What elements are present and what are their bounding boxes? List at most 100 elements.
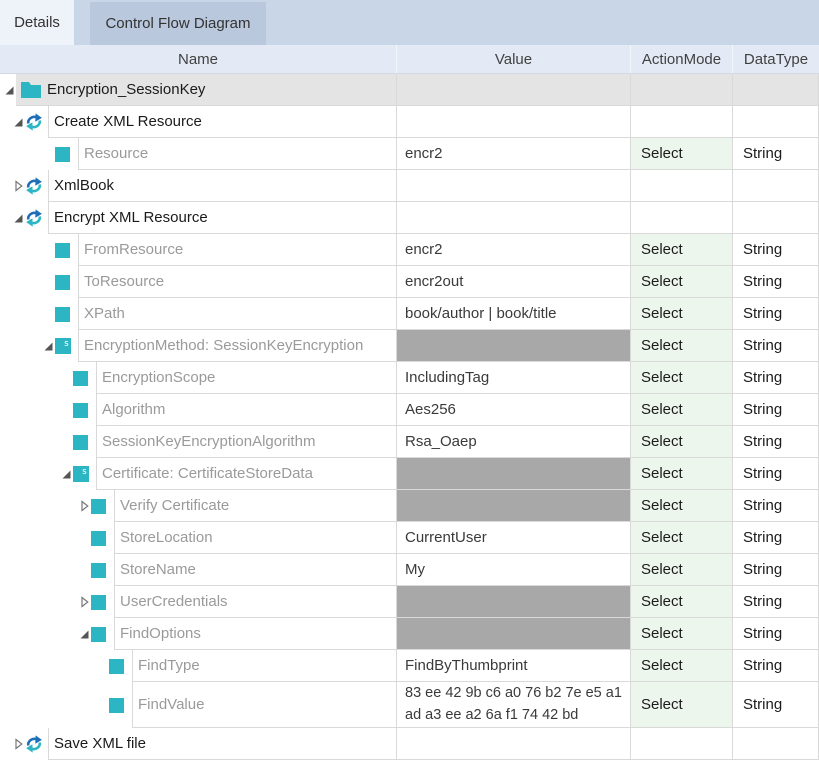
value-cell[interactable]: [396, 586, 630, 618]
value-cell[interactable]: encr2: [396, 138, 630, 170]
expander-expanded-icon[interactable]: [59, 458, 73, 490]
data-type-cell[interactable]: String: [732, 682, 819, 728]
column-header-name[interactable]: Name: [0, 45, 396, 73]
data-type-cell[interactable]: String: [732, 618, 819, 650]
table-row[interactable]: Save XML file: [0, 728, 819, 760]
table-row[interactable]: Encryption_SessionKey: [0, 74, 819, 106]
value-cell[interactable]: [396, 330, 630, 362]
expander-collapsed-icon[interactable]: [11, 170, 25, 202]
action-mode-cell[interactable]: Select: [630, 330, 732, 362]
value-cell[interactable]: [396, 618, 630, 650]
action-mode-cell[interactable]: Select: [630, 618, 732, 650]
table-row[interactable]: FindValue 83 ee 42 9b c6 a0 76 b2 7e e5 …: [0, 682, 819, 728]
data-type-cell[interactable]: String: [732, 554, 819, 586]
table-row[interactable]: SessionKeyEncryptionAlgorithm Rsa_Oaep S…: [0, 426, 819, 458]
expander-expanded-icon[interactable]: [41, 330, 55, 362]
tab-bar: Details Control Flow Diagram: [0, 0, 819, 45]
tree-table-body: Encryption_SessionKey Create XML Resourc…: [0, 74, 819, 760]
table-row[interactable]: StoreLocation CurrentUser Select String: [0, 522, 819, 554]
value-cell[interactable]: book/author | book/title: [396, 298, 630, 330]
value-cell[interactable]: 83 ee 42 9b c6 a0 76 b2 7e e5 a1 ad a3 e…: [396, 682, 630, 728]
table-row[interactable]: Resource encr2 Select String: [0, 138, 819, 170]
table-row[interactable]: s EncryptionMethod: SessionKeyEncryption…: [0, 330, 819, 362]
action-mode-text: Select: [641, 593, 683, 610]
name-cell: FromResource: [0, 234, 396, 266]
action-mode-cell[interactable]: Select: [630, 522, 732, 554]
action-mode-cell[interactable]: Select: [630, 426, 732, 458]
value-cell[interactable]: [396, 728, 630, 760]
action-mode-cell[interactable]: Select: [630, 394, 732, 426]
data-type-cell[interactable]: String: [732, 522, 819, 554]
data-type-cell[interactable]: String: [732, 394, 819, 426]
tab-details[interactable]: Details: [0, 0, 74, 45]
action-mode-cell[interactable]: Select: [630, 682, 732, 728]
action-mode-cell[interactable]: Select: [630, 266, 732, 298]
action-mode-cell[interactable]: Select: [630, 458, 732, 490]
data-type-cell[interactable]: String: [732, 138, 819, 170]
column-header-value[interactable]: Value: [396, 45, 630, 73]
action-mode-cell[interactable]: Select: [630, 362, 732, 394]
data-type-cell[interactable]: String: [732, 650, 819, 682]
data-type-cell[interactable]: String: [732, 330, 819, 362]
value-cell[interactable]: IncludingTag: [396, 362, 630, 394]
value-cell[interactable]: FindByThumbprint: [396, 650, 630, 682]
expander-expanded-icon[interactable]: [2, 74, 16, 106]
expander-expanded-icon[interactable]: [11, 202, 25, 234]
action-mode-cell[interactable]: Select: [630, 298, 732, 330]
data-type-cell[interactable]: String: [732, 266, 819, 298]
table-row[interactable]: Create XML Resource: [0, 106, 819, 138]
action-mode-cell[interactable]: Select: [630, 138, 732, 170]
table-row[interactable]: Verify Certificate Select String: [0, 490, 819, 522]
action-mode-cell[interactable]: Select: [630, 490, 732, 522]
column-header-datatype[interactable]: DataType: [732, 45, 819, 73]
value-cell[interactable]: [396, 458, 630, 490]
value-cell[interactable]: Aes256: [396, 394, 630, 426]
table-row[interactable]: s Certificate: CertificateStoreData Sele…: [0, 458, 819, 490]
table-row[interactable]: StoreName My Select String: [0, 554, 819, 586]
action-mode-text: Select: [641, 241, 683, 258]
value-cell[interactable]: encr2: [396, 234, 630, 266]
value-cell[interactable]: [396, 74, 630, 106]
value-cell[interactable]: Rsa_Oaep: [396, 426, 630, 458]
action-mode-cell[interactable]: Select: [630, 586, 732, 618]
value-text: Aes256: [405, 401, 456, 418]
action-mode-cell[interactable]: Select: [630, 650, 732, 682]
data-type-cell[interactable]: String: [732, 490, 819, 522]
table-row[interactable]: FromResource encr2 Select String: [0, 234, 819, 266]
value-text: Rsa_Oaep: [405, 433, 477, 450]
value-cell[interactable]: [396, 106, 630, 138]
value-cell[interactable]: [396, 202, 630, 234]
value-cell[interactable]: [396, 170, 630, 202]
tab-control-flow-diagram[interactable]: Control Flow Diagram: [90, 2, 266, 45]
value-cell[interactable]: CurrentUser: [396, 522, 630, 554]
data-type-cell[interactable]: String: [732, 426, 819, 458]
value-cell[interactable]: [396, 490, 630, 522]
expander-expanded-icon[interactable]: [11, 106, 25, 138]
data-type-cell[interactable]: String: [732, 362, 819, 394]
table-row[interactable]: UserCredentials Select String: [0, 586, 819, 618]
table-row[interactable]: ToResource encr2out Select String: [0, 266, 819, 298]
expander-collapsed-icon[interactable]: [11, 728, 25, 760]
column-header-actionmode[interactable]: ActionMode: [630, 45, 732, 73]
table-row[interactable]: FindType FindByThumbprint Select String: [0, 650, 819, 682]
action-mode-cell[interactable]: Select: [630, 234, 732, 266]
data-type-cell[interactable]: String: [732, 234, 819, 266]
table-row[interactable]: XmlBook: [0, 170, 819, 202]
action-mode-cell[interactable]: Select: [630, 554, 732, 586]
table-row[interactable]: EncryptionScope IncludingTag Select Stri…: [0, 362, 819, 394]
value-cell[interactable]: My: [396, 554, 630, 586]
table-row[interactable]: Algorithm Aes256 Select String: [0, 394, 819, 426]
data-type-cell[interactable]: String: [732, 458, 819, 490]
table-row[interactable]: XPath book/author | book/title Select St…: [0, 298, 819, 330]
expander-collapsed-icon[interactable]: [77, 490, 91, 522]
expander-expanded-icon[interactable]: [77, 618, 91, 650]
action-mode-cell: [630, 202, 732, 234]
table-row[interactable]: Encrypt XML Resource: [0, 202, 819, 234]
value-cell[interactable]: encr2out: [396, 266, 630, 298]
table-row[interactable]: FindOptions Select String: [0, 618, 819, 650]
sync-icon: [25, 170, 45, 202]
expander-collapsed-icon[interactable]: [77, 586, 91, 618]
data-type-cell[interactable]: String: [732, 586, 819, 618]
data-type-cell[interactable]: String: [732, 298, 819, 330]
name-cell: Verify Certificate: [0, 490, 396, 522]
